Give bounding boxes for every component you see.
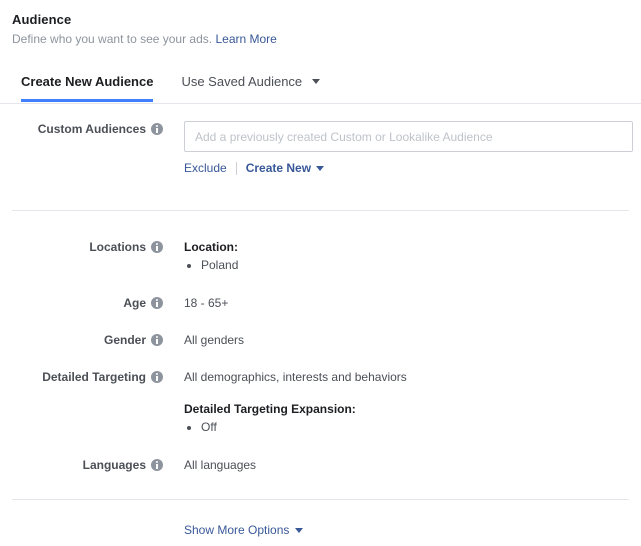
info-icon[interactable] (151, 241, 163, 253)
locations-row[interactable]: Locations Location: Poland (0, 239, 641, 273)
gender-label: Gender (103, 333, 146, 347)
chevron-down-icon (295, 527, 304, 533)
audience-panel: Audience Define who you want to see your… (0, 0, 641, 546)
custom-audiences-label-group: Custom Audiences (0, 121, 163, 137)
age-label-group: Age (0, 295, 163, 311)
locations-label-group: Locations (0, 239, 163, 255)
learn-more-link[interactable]: Learn More (215, 32, 276, 46)
detailed-targeting-label: Detailed Targeting (42, 370, 146, 384)
detailed-targeting-value: All demographics, interests and behavior… (163, 369, 407, 435)
list-item: Poland (201, 257, 238, 273)
show-more-options-label: Show More Options (184, 523, 290, 537)
create-new-audience-button[interactable]: Create New (245, 160, 325, 176)
detailed-targeting-expansion: Detailed Targeting Expansion: Off (184, 401, 407, 435)
detailed-targeting-label-group: Detailed Targeting (0, 369, 163, 385)
info-icon[interactable] (151, 371, 163, 383)
custom-audiences-input[interactable] (184, 121, 633, 152)
detailed-targeting-expansion-list: Off (184, 419, 407, 435)
tab-use-saved-audience[interactable]: Use Saved Audience (181, 73, 320, 101)
gender-row[interactable]: Gender All genders (0, 332, 641, 348)
exclude-link[interactable]: Exclude (184, 160, 227, 176)
section-description-text: Define who you want to see your ads. (12, 32, 213, 46)
locations-value: Location: Poland (163, 239, 238, 273)
info-icon[interactable] (151, 459, 163, 471)
audience-tabs: Create New Audience Use Saved Audience (0, 73, 641, 104)
page-title: Audience (12, 12, 72, 27)
section-description: Define who you want to see your ads. Lea… (12, 31, 629, 47)
create-new-audience-label: Create New (245, 161, 312, 175)
detailed-targeting-row[interactable]: Detailed Targeting All demographics, int… (0, 369, 641, 435)
info-icon[interactable] (151, 297, 163, 309)
link-separator (235, 161, 237, 175)
age-row[interactable]: Age 18 - 65+ (0, 295, 641, 311)
gender-value: All genders (184, 333, 245, 347)
age-value: 18 - 65+ (184, 296, 229, 310)
info-icon[interactable] (151, 334, 163, 346)
locations-list: Poland (184, 257, 238, 273)
languages-row[interactable]: Languages All languages (0, 457, 641, 473)
gender-label-group: Gender (0, 332, 163, 348)
show-more-options-button[interactable]: Show More Options (184, 522, 304, 538)
tab-create-new-audience-label: Create New Audience (21, 74, 154, 89)
section-header: Audience Define who you want to see your… (0, 0, 641, 47)
languages-value: All languages (184, 458, 257, 472)
audience-summary: Locations Location: Poland Age 18 - 65+ … (0, 211, 641, 473)
tab-use-saved-audience-label: Use Saved Audience (181, 74, 303, 89)
info-icon[interactable] (151, 123, 163, 135)
detailed-targeting-summary: All demographics, interests and behavior… (184, 370, 407, 384)
detailed-targeting-expansion-heading: Detailed Targeting Expansion: (184, 402, 356, 416)
age-label: Age (123, 296, 146, 310)
locations-label: Locations (89, 240, 146, 254)
custom-audiences-label: Custom Audiences (37, 122, 146, 136)
footer: Show More Options (0, 500, 641, 538)
custom-audiences-field-column: Exclude Create New (163, 121, 641, 176)
custom-audiences-actions: Exclude Create New (184, 160, 641, 176)
tab-create-new-audience[interactable]: Create New Audience (21, 73, 154, 102)
languages-label-group: Languages (0, 457, 163, 473)
languages-label: Languages (82, 458, 146, 472)
list-item: Off (201, 419, 407, 435)
custom-audiences-row: Custom Audiences Exclude Create New (0, 121, 641, 176)
chevron-down-icon (311, 79, 320, 84)
chevron-down-icon (316, 165, 325, 171)
locations-heading: Location: (184, 240, 238, 254)
